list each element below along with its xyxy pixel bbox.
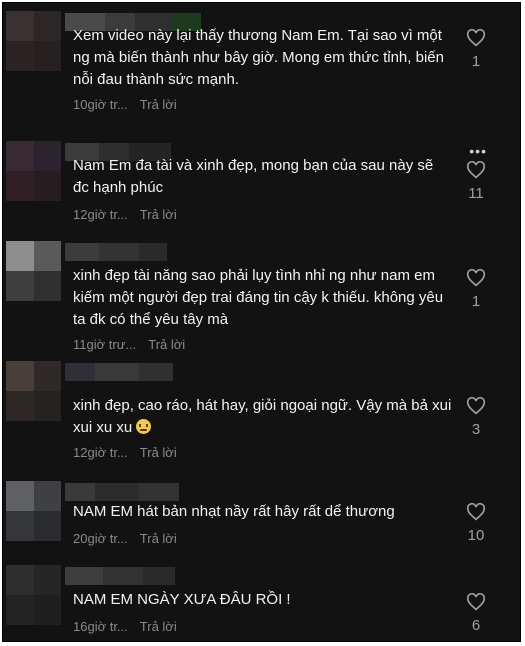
like-button[interactable]: 1 xyxy=(464,29,488,70)
comment-meta: 12giờ tr... Trả lời xyxy=(73,445,177,460)
username-blurred[interactable] xyxy=(65,567,175,585)
comments-panel: Xem video này lại thấy thương Nam Em. Tạ… xyxy=(2,2,521,642)
avatar[interactable] xyxy=(6,241,61,301)
comment-text: Xem video này lại thấy thương Nam Em. Tạ… xyxy=(73,27,444,88)
like-count: 1 xyxy=(471,53,481,70)
comment-text: xinh đẹp, cao ráo, hát hay, giỏi ngoại n… xyxy=(73,397,452,436)
comment-time: 12giờ tr... xyxy=(73,207,128,222)
comment-text: Nam Em đa tài và xinh đẹp, mong bạn của … xyxy=(73,157,434,196)
comment-time: 16giờ tr... xyxy=(73,619,128,634)
avatar[interactable] xyxy=(6,361,61,421)
username-blurred[interactable] xyxy=(65,363,173,381)
like-count: 6 xyxy=(471,617,481,634)
heart-icon xyxy=(466,593,486,611)
comment-time: 12giờ tr... xyxy=(73,445,128,460)
heart-icon xyxy=(466,397,486,415)
comment-time: 11giờ trư... xyxy=(73,337,137,352)
comment-meta: 11giờ trư... Trả lời xyxy=(73,337,185,352)
reply-button[interactable]: Trả lời xyxy=(140,207,177,222)
comment-time: 10giờ tr... xyxy=(73,97,128,112)
comment-meta: 16giờ tr... Trả lời xyxy=(73,619,177,634)
comment-meta: 12giờ tr... Trả lời xyxy=(73,207,177,222)
heart-icon xyxy=(466,269,486,287)
like-button[interactable]: 3 xyxy=(464,397,488,438)
like-count: 3 xyxy=(471,421,481,438)
like-count: 1 xyxy=(471,293,481,310)
avatar[interactable] xyxy=(6,481,61,541)
like-button[interactable]: 6 xyxy=(464,593,488,634)
avatar[interactable] xyxy=(6,141,61,201)
comment-text: NAM EM hát bản nhạt nầy rất hây rất dể t… xyxy=(73,503,395,520)
heart-icon xyxy=(466,29,486,47)
like-count: 11 xyxy=(468,185,484,202)
comment-meta: 20giờ tr... Trả lời xyxy=(73,531,177,546)
reply-button[interactable]: Trả lời xyxy=(140,619,177,634)
like-button[interactable]: 1 xyxy=(464,269,488,310)
heart-icon xyxy=(466,503,486,521)
comment-text: NAM EM NGÀY XƯA ĐÂU RỒI ! xyxy=(73,591,291,608)
sad-face-emoji-icon xyxy=(136,419,152,434)
comment-time: 20giờ tr... xyxy=(73,531,128,546)
comment-meta: 10giờ tr... Trả lời xyxy=(73,97,177,112)
avatar[interactable] xyxy=(6,11,61,71)
reply-button[interactable]: Trả lời xyxy=(140,97,177,112)
comment-text: xinh đẹp tài năng sao phải lụy tình nhỉ … xyxy=(73,267,444,328)
like-count: 10 xyxy=(467,527,485,544)
reply-button[interactable]: Trả lời xyxy=(140,531,177,546)
more-options-icon[interactable]: ••• xyxy=(469,143,487,159)
like-button[interactable]: 10 xyxy=(464,503,488,544)
like-button[interactable]: 11 xyxy=(464,161,488,202)
username-blurred[interactable] xyxy=(65,483,179,501)
username-blurred[interactable] xyxy=(65,243,167,261)
reply-button[interactable]: Trả lời xyxy=(148,337,185,352)
avatar[interactable] xyxy=(6,565,61,625)
reply-button[interactable]: Trả lời xyxy=(140,445,177,460)
heart-icon xyxy=(466,161,486,179)
